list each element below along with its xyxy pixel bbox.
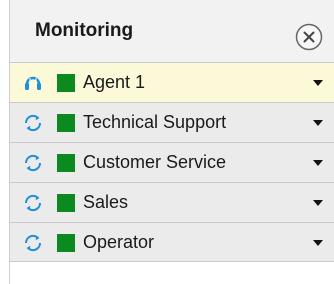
list-item-label: Customer Service [83, 152, 227, 172]
status-indicator [57, 74, 75, 92]
list-item-label: Operator [83, 232, 155, 252]
status-indicator [57, 194, 75, 212]
list-item-technical-support[interactable]: Technical Support [10, 102, 334, 142]
list-item-customer-service[interactable]: Customer Service [10, 142, 334, 182]
panel-title: Monitoring [35, 20, 134, 41]
chevron-down-icon[interactable] [313, 120, 323, 126]
chevron-down-icon[interactable] [313, 240, 323, 246]
status-indicator [57, 234, 75, 252]
refresh-icon [22, 192, 44, 214]
chevron-down-icon[interactable] [313, 200, 323, 206]
list-item-label: Technical Support [83, 112, 227, 132]
list-item-label: Agent 1 [83, 72, 146, 92]
list-item-sales[interactable]: Sales [10, 182, 334, 222]
status-indicator [57, 114, 75, 132]
refresh-icon [22, 112, 44, 134]
refresh-icon [22, 152, 44, 174]
monitoring-panel: Monitoring Agent 1 Technical Support Cus… [9, 0, 334, 284]
chevron-down-icon[interactable] [313, 160, 323, 166]
status-indicator [57, 154, 75, 172]
list-item-operator[interactable]: Operator [10, 222, 334, 262]
close-icon[interactable] [294, 22, 324, 52]
refresh-icon [22, 232, 44, 254]
panel-header: Monitoring [10, 0, 334, 62]
list-item-agent-1[interactable]: Agent 1 [10, 62, 334, 102]
chevron-down-icon[interactable] [313, 80, 323, 86]
headset-icon [22, 72, 44, 94]
list-item-label: Sales [83, 192, 129, 212]
